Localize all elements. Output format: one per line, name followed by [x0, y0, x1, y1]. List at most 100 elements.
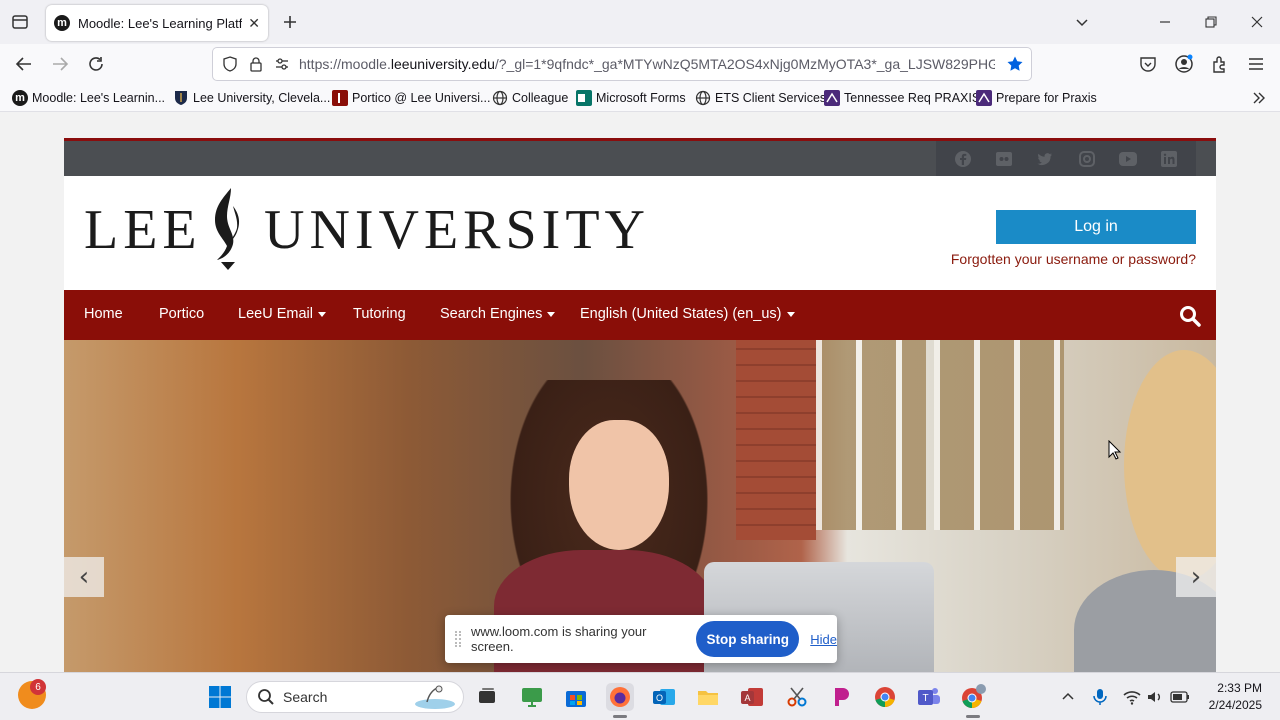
linkedin-icon[interactable] [1159, 149, 1179, 169]
nav-label: LeeU Email [238, 306, 313, 322]
mouse-cursor-icon [1108, 440, 1122, 460]
caret-down-icon [547, 311, 556, 317]
chevron-down-icon[interactable] [1070, 10, 1094, 34]
tab-bar: m Moodle: Lee's Learning Platform ✕ [0, 0, 1280, 44]
nav-label: Search Engines [440, 306, 543, 322]
svg-text:T: T [922, 693, 928, 704]
forward-icon[interactable] [48, 52, 72, 76]
menu-icon[interactable] [1244, 52, 1268, 76]
task-view-icon[interactable] [473, 683, 501, 711]
twitter-icon[interactable] [1035, 149, 1055, 169]
hide-link[interactable]: Hide [810, 632, 837, 647]
bookmark-lee-university[interactable]: Lee University, Clevela... [173, 89, 330, 107]
tab-list-icon[interactable] [8, 10, 32, 34]
bookmark-moodle[interactable]: m Moodle: Lee's Learnin... [12, 89, 165, 107]
bookmark-colleague[interactable]: Colleague [492, 89, 568, 107]
nav-search-engines[interactable]: Search Engines [440, 306, 556, 322]
app-green-icon[interactable] [518, 683, 546, 711]
url-bar[interactable]: https://moodle.leeuniversity.edu/?_gl=1*… [213, 48, 1031, 80]
youtube-icon[interactable] [1118, 149, 1138, 169]
nav-language[interactable]: English (United States) (en_us) [580, 306, 795, 322]
bookmark-label: Portico @ Lee Universi... [352, 91, 491, 105]
search-icon[interactable] [1178, 304, 1202, 328]
nav-label: Portico [159, 306, 205, 322]
praxis-icon [976, 90, 992, 106]
bookmark-ets[interactable]: ETS Client Services [695, 89, 826, 107]
tab-title: Moodle: Lee's Learning Platform [78, 15, 243, 31]
moodle-favicon-icon: m [54, 15, 70, 31]
nav-home[interactable]: Home [84, 306, 123, 322]
new-tab-icon[interactable] [278, 10, 302, 34]
bookmark-tennessee-praxis[interactable]: Tennessee Req PRAXIS [824, 89, 980, 107]
url-text[interactable]: https://moodle.leeuniversity.edu/?_gl=1*… [299, 56, 995, 72]
tab-moodle[interactable]: m Moodle: Lee's Learning Platform ✕ [46, 5, 268, 41]
teams-icon[interactable]: T [915, 683, 943, 711]
logo-text-lee[interactable]: LEE [84, 198, 202, 262]
bookmark-label: Prepare for Praxis [996, 91, 1097, 105]
svg-text:O: O [656, 693, 663, 703]
active-app-indicator [966, 715, 980, 718]
carousel-next-icon[interactable]: › [1176, 557, 1216, 597]
battery-icon[interactable] [1170, 687, 1190, 707]
bookmarks-overflow-icon[interactable] [1251, 89, 1267, 107]
tab-close-icon[interactable]: ✕ [248, 15, 260, 32]
tracking-shield-icon[interactable] [221, 55, 239, 73]
globe-icon [695, 90, 711, 106]
chrome-icon[interactable] [871, 683, 899, 711]
bookmark-star-icon[interactable] [1005, 54, 1025, 74]
drag-handle-icon[interactable] [455, 631, 461, 647]
stop-sharing-button[interactable]: Stop sharing [696, 621, 800, 657]
facebook-icon[interactable] [953, 149, 973, 169]
bookmark-microsoft-forms[interactable]: Microsoft Forms [576, 89, 686, 107]
restore-icon[interactable] [1199, 10, 1223, 34]
picsart-icon[interactable] [827, 683, 855, 711]
flickr-icon[interactable] [994, 149, 1014, 169]
snipping-tool-icon[interactable] [783, 683, 811, 711]
microsoft-store-icon[interactable] [562, 683, 590, 711]
nav-leeu-email[interactable]: LeeU Email [238, 306, 326, 322]
bookmark-label: Lee University, Clevela... [193, 91, 331, 105]
chrome-profile-icon[interactable] [959, 683, 987, 711]
outlook-icon[interactable]: O [650, 683, 678, 711]
lock-icon[interactable] [247, 55, 265, 73]
wifi-icon[interactable] [1122, 687, 1142, 707]
site-header: LEE UNIVERSITY Log in Forgotten your use… [64, 176, 1216, 290]
account-icon[interactable] [1172, 52, 1196, 76]
forgot-password-link[interactable]: Forgotten your username or password? [951, 251, 1196, 267]
system-clock[interactable]: 2:33 PM 2/24/2025 [1209, 680, 1262, 714]
access-icon[interactable]: A [738, 683, 766, 711]
instagram-icon[interactable] [1077, 149, 1097, 169]
close-window-icon[interactable] [1245, 10, 1269, 34]
extensions-icon[interactable] [1208, 52, 1232, 76]
taskbar-search-box[interactable]: Search [246, 681, 464, 713]
bookmark-label: ETS Client Services [715, 91, 827, 105]
social-links [936, 141, 1196, 176]
lee-shield-icon [173, 90, 189, 106]
bookmark-label: Moodle: Lee's Learnin... [32, 91, 166, 105]
minimize-icon[interactable] [1153, 10, 1177, 34]
nav-label: Tutoring [353, 306, 406, 322]
bookmark-portico[interactable]: Portico @ Lee Universi... [332, 89, 490, 107]
windows-start-icon[interactable] [206, 683, 234, 711]
file-explorer-icon[interactable] [694, 683, 722, 711]
reload-icon[interactable] [84, 52, 108, 76]
url-rest: /?_gl=1*9qfndc*_ga*MTYwNzQ5MTA2OS4xNjg0M… [494, 56, 995, 72]
bookmark-prepare-praxis[interactable]: Prepare for Praxis [976, 89, 1097, 107]
back-icon[interactable] [12, 52, 36, 76]
carousel-prev-icon[interactable]: ‹ [64, 557, 104, 597]
main-navigation: Home Portico LeeU Email Tutoring Search … [64, 290, 1216, 340]
url-prefix: https://moodle. [299, 56, 391, 72]
pocket-icon[interactable] [1136, 52, 1160, 76]
microphone-icon[interactable] [1090, 687, 1110, 707]
chevron-up-icon[interactable] [1058, 687, 1078, 707]
logo-text-university[interactable]: UNIVERSITY [264, 198, 650, 262]
firefox-icon[interactable] [606, 683, 634, 711]
nav-portico[interactable]: Portico [159, 306, 204, 322]
login-button[interactable]: Log in [996, 210, 1196, 244]
bookmark-label: Microsoft Forms [596, 91, 686, 105]
volume-icon[interactable] [1145, 687, 1165, 707]
permissions-icon[interactable] [273, 55, 291, 73]
search-highlight-icon [415, 685, 455, 709]
lee-flame-logo-icon[interactable] [203, 186, 251, 272]
nav-tutoring[interactable]: Tutoring [353, 306, 406, 322]
